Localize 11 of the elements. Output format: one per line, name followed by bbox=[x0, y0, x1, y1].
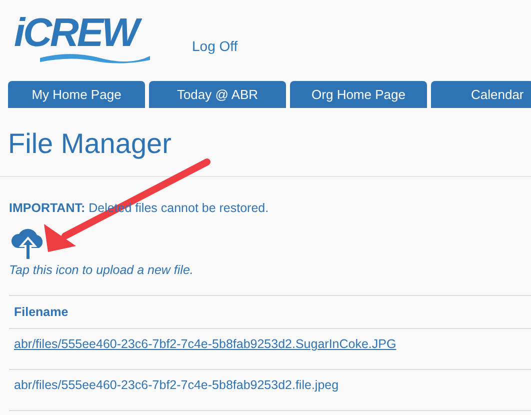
log-off-link[interactable]: Log Off bbox=[192, 38, 238, 54]
nav-tab[interactable]: My Home Page bbox=[8, 81, 145, 108]
upload-hint: Tap this icon to upload a new file. bbox=[9, 263, 194, 277]
wave-icon bbox=[40, 52, 150, 66]
nav-tab[interactable]: Calendar bbox=[431, 81, 531, 108]
page-title: File Manager bbox=[0, 108, 531, 177]
nav-tab[interactable]: Org Home Page bbox=[290, 81, 427, 108]
nav-tab[interactable]: Today @ ABR bbox=[149, 81, 286, 108]
file-link[interactable]: abr/files/555ee460-23c6-7bf2-7c4e-5b8fab9253d2.file.jpeg bbox=[14, 378, 339, 392]
column-header: Filename bbox=[9, 296, 531, 328]
file-link[interactable]: abr/files/555ee460-23c6-7bf2-7c4e-5b8fab9253d2.SugarInCoke.JPG bbox=[14, 337, 396, 351]
